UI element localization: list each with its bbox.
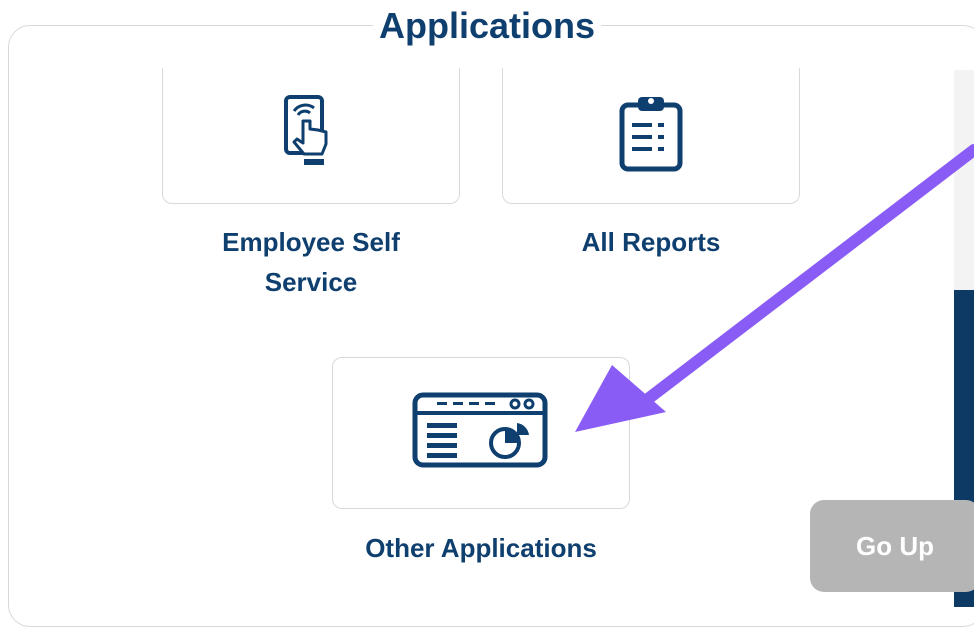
all-reports-label[interactable]: All Reports	[502, 222, 800, 262]
clipboard-report-icon	[616, 93, 686, 178]
dashboard-window-icon	[411, 391, 551, 476]
employee-self-service-label[interactable]: Employee Self Service	[162, 222, 460, 302]
section-title: Applications	[372, 2, 602, 50]
go-up-button[interactable]: Go Up	[810, 500, 974, 592]
touch-device-icon	[276, 93, 346, 178]
employee-self-service-tile[interactable]	[162, 68, 460, 204]
other-applications-tile[interactable]	[332, 357, 630, 509]
other-applications-label[interactable]: Other Applications	[332, 528, 630, 568]
all-reports-tile[interactable]	[502, 68, 800, 204]
